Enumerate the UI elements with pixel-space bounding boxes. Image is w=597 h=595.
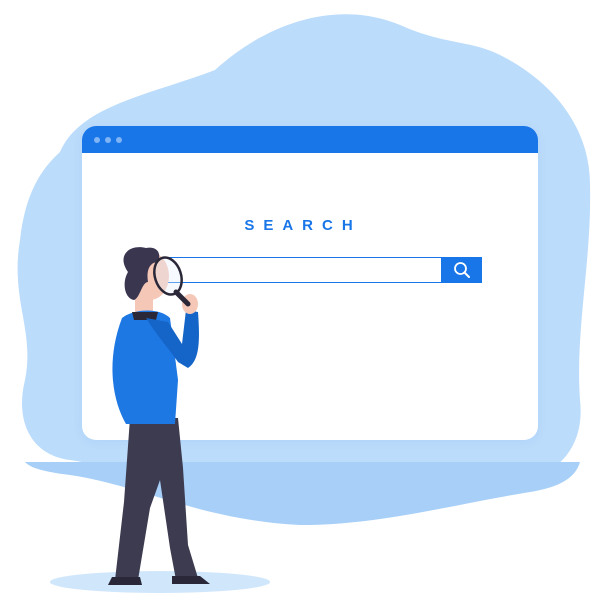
- ground-shadow: [50, 571, 270, 593]
- search-icon: [453, 262, 470, 278]
- window-dot: [116, 136, 122, 143]
- window-dot: [94, 136, 100, 143]
- window-dot: [105, 136, 111, 143]
- browser-window: [82, 126, 538, 440]
- search-button[interactable]: [441, 257, 482, 283]
- search-heading: SEARCH: [244, 217, 362, 234]
- illustration-stage: SEARCH: [0, 0, 597, 595]
- title-bar: [82, 126, 538, 153]
- search-input[interactable]: [158, 257, 441, 283]
